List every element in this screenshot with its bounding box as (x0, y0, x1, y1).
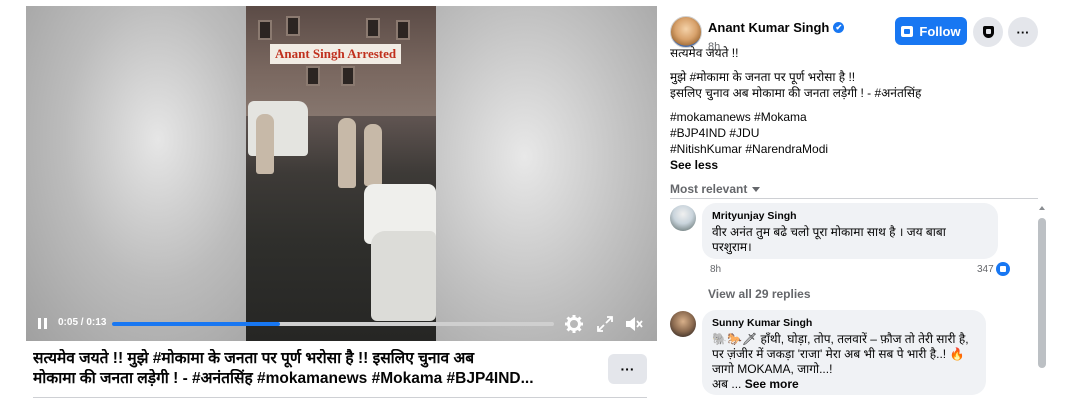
see-less-link[interactable]: See less (670, 157, 1030, 173)
window (366, 18, 380, 38)
person (364, 124, 382, 186)
follow-label: Follow (919, 23, 961, 39)
video-title-line: मोकामा की जनता लड़ेगी ! - #अनंतसिंह #mok… (33, 370, 534, 387)
divider (670, 198, 1038, 199)
comment-text: अब ... (712, 377, 745, 391)
video-overlay-caption: Anant Singh Arrested (270, 44, 402, 64)
comment-sort-dropdown[interactable]: Most relevant (670, 182, 761, 196)
scroll-thumb[interactable] (1038, 218, 1046, 368)
commenter-avatar[interactable] (670, 205, 696, 231)
post-more-button[interactable]: ··· (1008, 17, 1038, 47)
view-replies-link[interactable]: View all 29 replies (708, 287, 811, 301)
post-text: सत्यमेव जयते !! मुझे #मोकामा के जनता पर … (670, 45, 1030, 173)
hashtag-line[interactable]: #NitishKumar #NarendraModi (670, 141, 1030, 157)
window (306, 66, 320, 86)
person (256, 114, 274, 174)
pause-icon[interactable] (36, 317, 50, 331)
video-title: सत्यमेव जयते !! मुझे #मोकामा के जनता पर … (33, 349, 613, 389)
person (338, 118, 356, 188)
video-time: 0:05 / 0:13 (58, 317, 107, 328)
facebook-video-page: Anant Singh Arrested 0:05 / 0:13 सत्यमेव… (0, 0, 1065, 405)
volume-muted-icon[interactable] (624, 314, 644, 334)
comment-like-count[interactable]: 347 (977, 262, 1010, 276)
time-total: 0:13 (86, 317, 107, 328)
time-current: 0:05 (58, 317, 79, 328)
like-count-text: 347 (977, 263, 994, 275)
comment-text: 🐘🐎🗡 हाँथी, घोड़ा, तोप, तलवारें – फ़ौज तो… (712, 332, 969, 346)
video-controls: 0:05 / 0:13 (26, 307, 657, 341)
comment-text: पर ज़ंजीर में जकड़ा 'राजा' मेरा अब भी सब… (712, 347, 965, 361)
comment-text: जागो MOKAMA, जागो...! (712, 362, 833, 376)
window (258, 20, 272, 40)
window (396, 20, 410, 40)
fullscreen-icon[interactable] (595, 314, 615, 334)
follow-button[interactable]: Follow (895, 17, 967, 45)
see-more-link[interactable]: See more (745, 377, 799, 391)
post-text-line: इसलिए चुनाव अब मोकामा की जनता लड़ेगी ! -… (670, 86, 922, 100)
comment-text: परशुराम। (712, 240, 752, 254)
author-name[interactable]: Anant Kumar Singh ✔ (708, 20, 845, 35)
commenter-name[interactable]: Sunny Kumar Singh (712, 316, 976, 331)
video-title-line: सत्यमेव जयते !! मुझे #मोकामा के जनता पर … (33, 350, 475, 367)
post-text-line: सत्यमेव जयते !! (670, 46, 739, 60)
comment-text: वीर अनंत तुम बढे चलो पूरा मोकामा साथ है … (712, 225, 946, 239)
author-name-text: Anant Kumar Singh (708, 20, 830, 35)
author-avatar[interactable] (670, 16, 702, 48)
window (341, 66, 355, 86)
hashtag-line[interactable]: #mokamanews #Mokama (670, 109, 1030, 125)
progress-fill (112, 322, 280, 326)
comment-bubble: Sunny Kumar Singh 🐘🐎🗡 हाँथी, घोड़ा, तोप,… (702, 310, 986, 395)
follow-icon (901, 25, 914, 37)
video-blur-right (436, 6, 657, 341)
commenter-avatar[interactable] (670, 311, 696, 337)
like-icon (995, 262, 1010, 276)
comment-sort-label: Most relevant (670, 182, 748, 196)
settings-icon[interactable] (564, 314, 584, 334)
video-more-options-button[interactable]: ··· (608, 354, 647, 384)
window (286, 16, 300, 36)
commenter-name[interactable]: Mrityunjay Singh (712, 209, 988, 224)
save-shield-button[interactable] (973, 17, 1003, 47)
comment-time[interactable]: 8h (710, 264, 721, 275)
post-text-line: मुझे #मोकामा के जनता पर पूर्ण भरोसा है !… (670, 70, 856, 84)
shield-icon (982, 26, 994, 38)
video-frame: Anant Singh Arrested (246, 6, 436, 341)
video-progress-bar[interactable] (112, 322, 554, 326)
divider (33, 397, 647, 398)
verified-badge-icon: ✔ (833, 22, 845, 33)
scroll-up-icon[interactable] (1039, 206, 1045, 210)
comments-scrollbar[interactable] (1037, 206, 1047, 405)
chevron-down-icon (752, 186, 761, 192)
video-blur-left (26, 6, 246, 341)
comment-bubble: Mrityunjay Singh वीर अनंत तुम बढे चलो पू… (702, 203, 998, 259)
video-player[interactable]: Anant Singh Arrested 0:05 / 0:13 (26, 6, 657, 341)
hashtag-line[interactable]: #BJP4IND #JDU (670, 125, 1030, 141)
